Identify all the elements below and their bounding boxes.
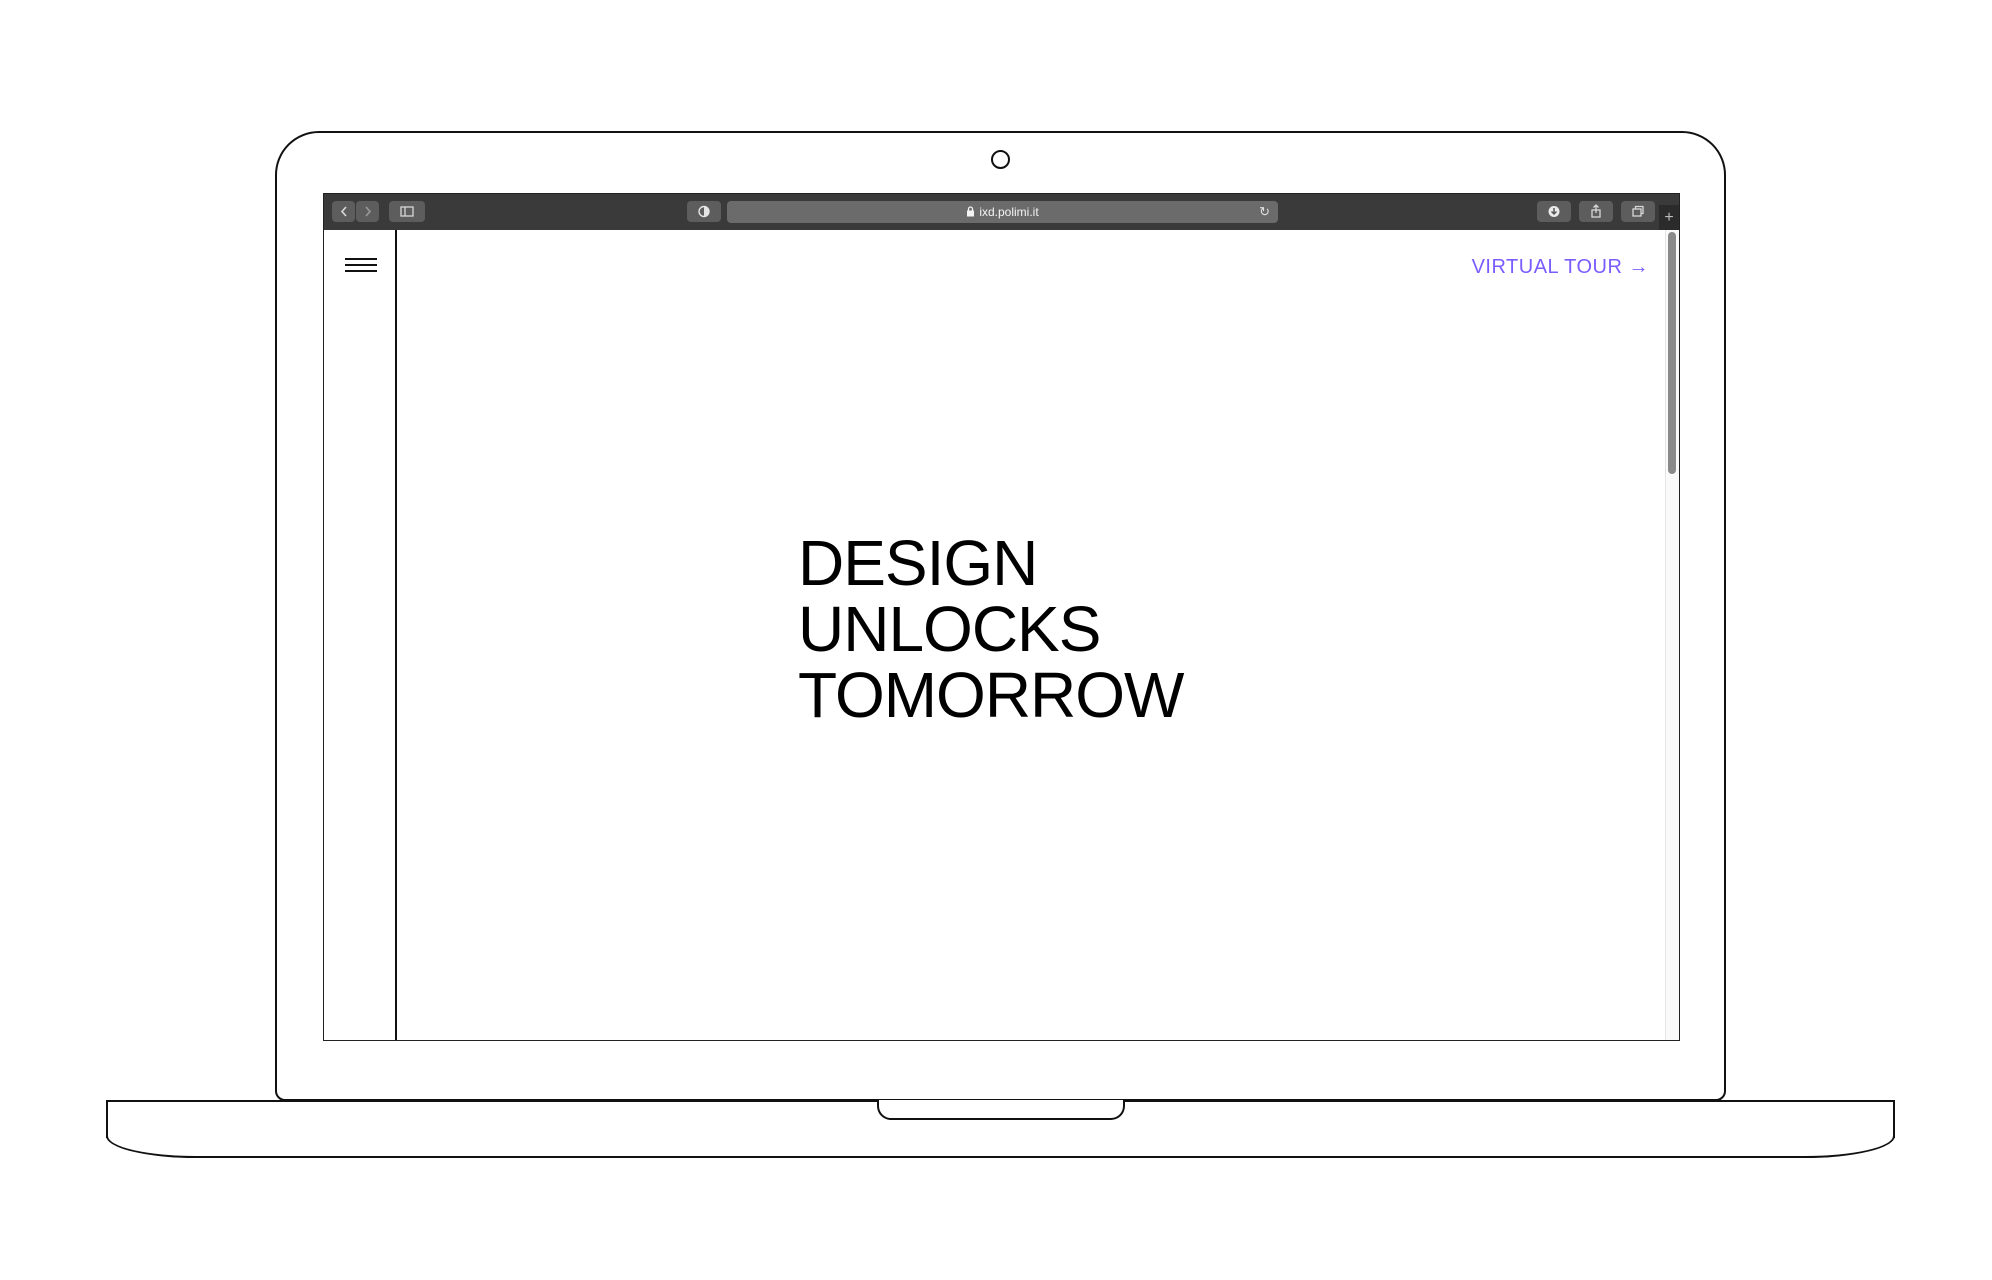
side-nav [324,230,397,1040]
headline-line-1: DESIGN [798,527,1038,599]
url-text: ixd.polimi.it [979,205,1039,219]
scrollbar-track[interactable] [1665,230,1679,1040]
back-button[interactable] [332,201,355,222]
virtual-tour-link[interactable]: VIRTUAL TOUR → [1472,256,1649,279]
headline-line-3: TOMORROW [798,659,1184,731]
sidebar-icon [400,206,414,217]
downloads-button[interactable] [1537,201,1571,222]
forward-button[interactable] [356,201,379,222]
download-icon [1548,206,1560,217]
laptop-notch [877,1100,1125,1120]
chevron-right-icon [364,206,371,217]
hero-headline: DESIGN UNLOCKS TOMORROW [798,527,1184,731]
browser-toolbar: ixd.polimi.it ↻ + [324,194,1679,230]
address-bar[interactable]: ixd.polimi.it ↻ [727,201,1278,223]
web-page: VIRTUAL TOUR → DESIGN UNLOCKS TOMORROW [324,230,1679,1040]
shield-icon [698,205,710,218]
share-button[interactable] [1579,201,1613,222]
chevron-left-icon [340,206,347,217]
reload-icon[interactable]: ↻ [1259,201,1270,223]
tab-overview-button[interactable] [1621,201,1655,222]
browser-window: ixd.polimi.it ↻ + VIRTUAL TOUR → DESIGN … [323,193,1680,1041]
lock-icon [967,206,975,217]
sidebar-toggle-button[interactable] [389,201,425,222]
scrollbar-thumb[interactable] [1668,232,1676,474]
share-icon [1591,204,1601,218]
laptop-mockup: ixd.polimi.it ↻ + VIRTUAL TOUR → DESIGN … [0,0,1992,1280]
hamburger-menu-icon[interactable] [345,258,377,276]
tabs-icon [1632,205,1644,217]
laptop-base-bottom [106,1136,1895,1158]
privacy-report-button[interactable] [687,201,721,222]
headline-line-2: UNLOCKS [798,593,1101,665]
new-tab-button[interactable]: + [1659,205,1679,230]
webcam [991,150,1010,169]
plus-icon: + [1664,209,1674,226]
